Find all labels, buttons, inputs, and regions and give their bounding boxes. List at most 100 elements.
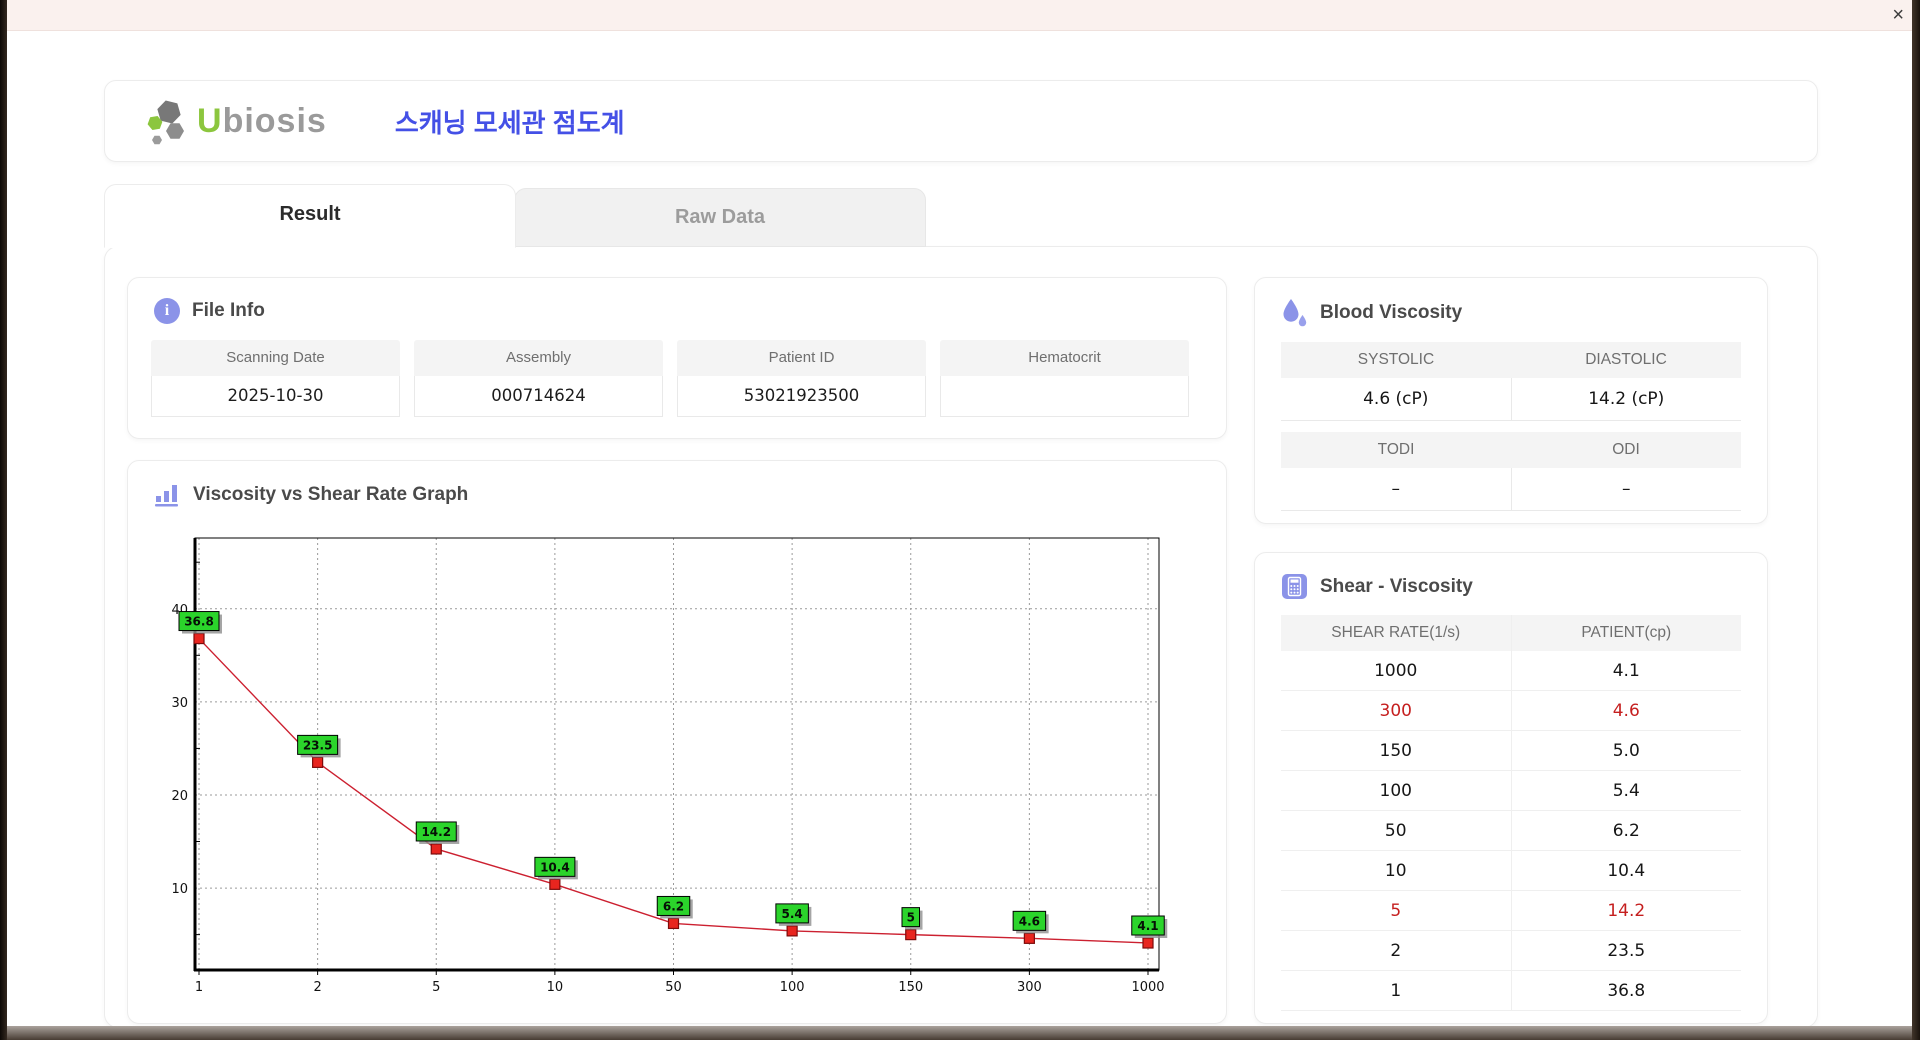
- svg-text:100: 100: [780, 980, 805, 995]
- shear-rate-cell: 2: [1281, 930, 1512, 971]
- svg-text:6.2: 6.2: [663, 899, 684, 913]
- patient-cell: 5.0: [1511, 730, 1741, 771]
- field-label: Patient ID: [677, 340, 926, 376]
- shear-table-body: 1000 4.1 300 4.6 150 5.0 100 5.4 50 6.2 10 10.4 5 14.…: [1281, 651, 1741, 1011]
- diastolic-header: DIASTOLIC: [1511, 342, 1741, 378]
- field-label: Hematocrit: [940, 340, 1189, 376]
- logo-hexagons-icon: [147, 100, 184, 145]
- patient-cell: 14.2: [1511, 890, 1741, 931]
- file-info-field: Scanning Date 2025-10-30: [151, 340, 400, 417]
- file-info-field: Assembly 000714624: [414, 340, 663, 417]
- svg-text:5: 5: [432, 980, 440, 995]
- svg-text:30: 30: [171, 696, 188, 711]
- blood-viscosity-title: Blood Viscosity: [1320, 302, 1463, 323]
- graph-title: Viscosity vs Shear Rate Graph: [193, 483, 469, 505]
- patient-cell: 5.4: [1511, 770, 1741, 811]
- patient-cell: 4.1: [1511, 651, 1741, 691]
- svg-text:10: 10: [547, 980, 564, 995]
- field-value: [940, 376, 1189, 417]
- ubiosis-logo: Ubiosis: [145, 96, 327, 146]
- svg-text:14.2: 14.2: [421, 825, 451, 839]
- table-row: 300 4.6: [1281, 690, 1741, 731]
- file-info-field: Patient ID 53021923500: [677, 340, 926, 417]
- shear-rate-cell: 300: [1281, 690, 1512, 731]
- file-info-field: Hematocrit: [940, 340, 1189, 417]
- svg-text:10: 10: [171, 882, 188, 897]
- diastolic-value: 14.2 (cP): [1511, 378, 1741, 421]
- droplets-icon: [1283, 299, 1307, 327]
- logo-text: Ubiosis: [197, 101, 327, 140]
- viscosity-graph-card: Viscosity vs Shear Rate Graph 10 20 30 40 1 2…: [127, 460, 1227, 1024]
- patient-cell: 36.8: [1511, 970, 1741, 1011]
- app-header: Ubiosis 스캐닝 모세관 점도계: [104, 80, 1818, 162]
- svg-text:300: 300: [1017, 980, 1042, 995]
- patient-cell: 23.5: [1511, 930, 1741, 971]
- table-row: 1000 4.1: [1281, 651, 1741, 691]
- shear-rate-cell: 150: [1281, 730, 1512, 771]
- window-titlebar: ×: [0, 0, 1920, 31]
- shear-viscosity-card: Shear - Viscosity SHEAR RATE(1/s) PATIEN…: [1254, 552, 1768, 1024]
- table-row: 5 14.2: [1281, 890, 1741, 931]
- info-icon: i: [154, 298, 180, 324]
- svg-text:4.6: 4.6: [1019, 914, 1040, 928]
- shear-rate-cell: 1000: [1281, 651, 1512, 691]
- todi-value: –: [1281, 468, 1512, 511]
- svg-text:150: 150: [898, 980, 923, 995]
- field-label: Scanning Date: [151, 340, 400, 376]
- svg-text:36.8: 36.8: [184, 615, 214, 629]
- table-row: 100 5.4: [1281, 770, 1741, 811]
- shear-rate-column-header: SHEAR RATE(1/s): [1281, 615, 1512, 651]
- svg-text:10.4: 10.4: [540, 860, 570, 874]
- field-value: 000714624: [414, 376, 663, 417]
- tab-raw-data[interactable]: Raw Data: [514, 188, 926, 247]
- shear-rate-cell: 100: [1281, 770, 1512, 811]
- svg-text:20: 20: [171, 789, 188, 804]
- svg-text:2: 2: [313, 980, 321, 995]
- shear-rate-cell: 10: [1281, 850, 1512, 891]
- table-row: 2 23.5: [1281, 930, 1741, 971]
- window-left-border: [0, 0, 7, 1040]
- shear-rate-cell: 5: [1281, 890, 1512, 931]
- svg-text:1000: 1000: [1131, 980, 1164, 995]
- tab-result[interactable]: Result: [104, 184, 516, 248]
- table-row: 50 6.2: [1281, 810, 1741, 851]
- svg-text:1: 1: [195, 980, 203, 995]
- result-tab-panel: i File Info Scanning Date 2025-10-30 Ass…: [104, 246, 1818, 1028]
- bar-chart-icon: [155, 485, 178, 507]
- field-label: Assembly: [414, 340, 663, 376]
- file-info-card: i File Info Scanning Date 2025-10-30 Ass…: [127, 277, 1227, 439]
- viscosity-chart: 102030401 2 5 10 50 100 150 300 100036.823.514.2…: [171, 537, 1168, 995]
- svg-text:23.5: 23.5: [303, 738, 333, 752]
- field-value: 53021923500: [677, 376, 926, 417]
- table-row: 150 5.0: [1281, 730, 1741, 771]
- file-info-title: File Info: [192, 300, 265, 321]
- shear-viscosity-title: Shear - Viscosity: [1320, 575, 1473, 597]
- systolic-value: 4.6 (cP): [1281, 378, 1512, 421]
- odi-header: ODI: [1511, 432, 1741, 468]
- patient-cell: 4.6: [1511, 690, 1741, 731]
- table-row: 10 10.4: [1281, 850, 1741, 891]
- close-icon[interactable]: ×: [1892, 0, 1904, 30]
- systolic-diastolic-table: SYSTOLIC DIASTOLIC 4.6 (cP) 14.2 (cP): [1281, 342, 1741, 421]
- svg-text:5: 5: [907, 911, 915, 925]
- todi-header: TODI: [1281, 432, 1511, 468]
- field-value: 2025-10-30: [151, 376, 400, 417]
- window-bottom-border: [0, 1026, 1920, 1040]
- shear-viscosity-table: SHEAR RATE(1/s) PATIENT(cp) 1000 4.1 300 4.…: [1281, 615, 1741, 1011]
- blood-viscosity-card: Blood Viscosity SYSTOLIC DIASTOLIC 4.6 (…: [1254, 277, 1768, 524]
- odi-value: –: [1511, 468, 1741, 511]
- patient-cell: 6.2: [1511, 810, 1741, 851]
- svg-text:50: 50: [665, 980, 682, 995]
- shear-rate-cell: 1: [1281, 970, 1512, 1011]
- systolic-header: SYSTOLIC: [1281, 342, 1511, 378]
- svg-text:4.1: 4.1: [1137, 919, 1158, 933]
- calculator-icon: [1282, 574, 1307, 599]
- todi-odi-table: TODI ODI – –: [1281, 432, 1741, 511]
- app-title: 스캐닝 모세관 점도계: [394, 107, 625, 138]
- patient-column-header: PATIENT(cp): [1511, 615, 1741, 651]
- table-row: 1 36.8: [1281, 970, 1741, 1011]
- svg-text:5.4: 5.4: [781, 907, 802, 921]
- shear-rate-cell: 50: [1281, 810, 1512, 851]
- window-right-border: [1912, 0, 1920, 1040]
- patient-cell: 10.4: [1511, 850, 1741, 891]
